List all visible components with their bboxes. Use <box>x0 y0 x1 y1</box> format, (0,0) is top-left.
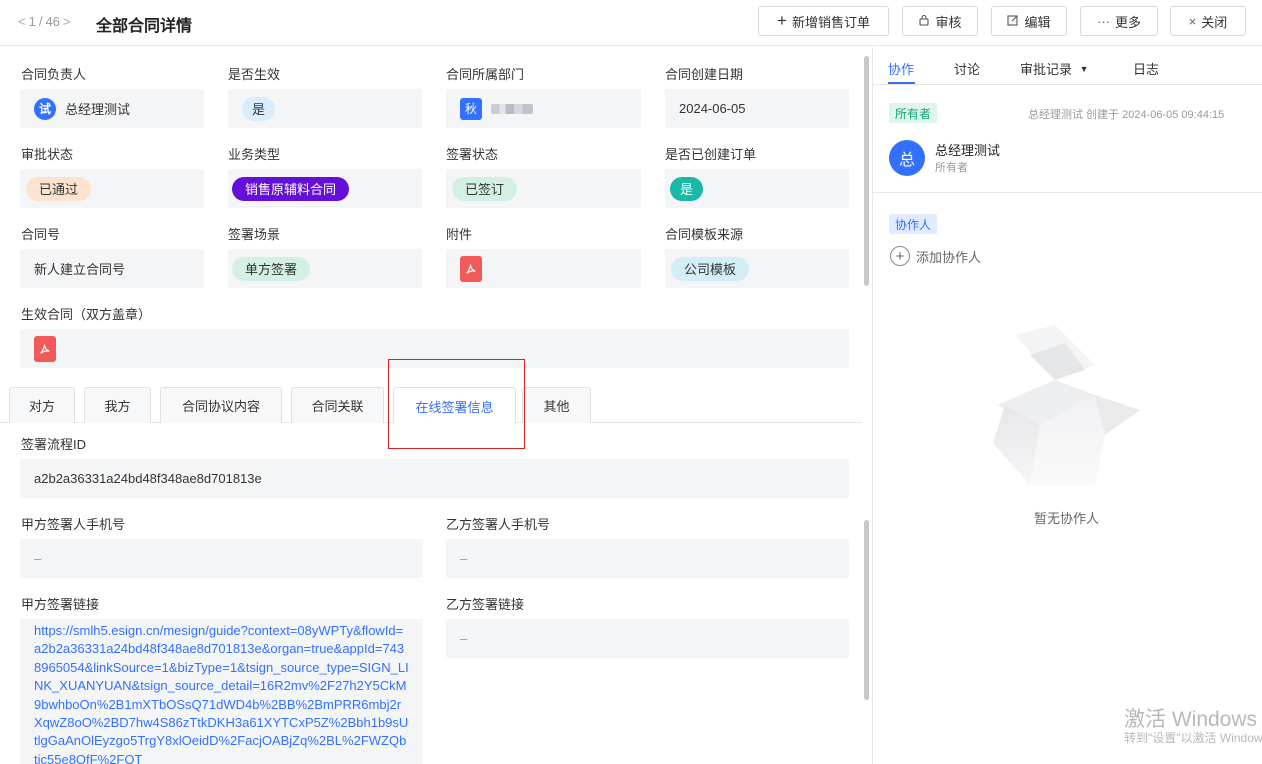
plus-circle-icon: + <box>890 246 910 266</box>
department-avatar: 秋 <box>460 97 482 120</box>
sign-scene-field: 单方签署 <box>228 249 422 288</box>
party-b-link-value: – <box>460 631 468 646</box>
pdf-file-icon[interactable] <box>34 335 56 362</box>
sign-status-label: 签署状态 <box>446 147 499 162</box>
windows-activation-hint: 转到"设置"以激活 Windows。 <box>1124 731 1262 745</box>
approval-status-tag: 已通过 <box>26 176 92 201</box>
sign-status-tag: 已签订 <box>452 176 518 201</box>
record-pager: < 1 / 46 > <box>18 14 71 29</box>
template-source-label: 合同模板来源 <box>665 227 744 242</box>
review-button[interactable]: 审核 <box>902 6 978 36</box>
panel-divider <box>872 47 873 764</box>
business-type-tag: 销售原辅料合同 <box>232 176 350 201</box>
order-created-tag: 是 <box>670 176 704 201</box>
blurred-department-name <box>491 103 533 114</box>
tab-contract-relation[interactable]: 合同关联 <box>291 387 384 423</box>
tab-log[interactable]: 日志 <box>1133 59 1159 78</box>
scrollbar-thumb[interactable] <box>864 56 869 286</box>
owner-tag: 所有者 <box>889 103 938 123</box>
business-type-field: 销售原辅料合同 <box>228 169 422 208</box>
close-button[interactable]: × 关闭 <box>1170 6 1246 36</box>
avatar: 试 <box>34 97 56 120</box>
tab-online-signing-info[interactable]: 在线签署信息 <box>393 387 516 424</box>
department-label: 合同所属部门 <box>446 67 525 82</box>
ellipsis-icon: ··· <box>1096 13 1110 29</box>
scrollbar-thumb-lower[interactable] <box>864 520 869 700</box>
party-a-phone-value: – <box>34 551 42 566</box>
party-b-link-label: 乙方签署链接 <box>446 597 525 612</box>
new-sales-order-button[interactable]: + 新增销售订单 <box>758 6 889 36</box>
sign-scene-tag: 单方签署 <box>232 256 311 281</box>
flow-id-label: 签署流程ID <box>21 437 87 452</box>
flow-id-field: a2b2a36331a24bd48f348ae8d701813e <box>20 459 849 498</box>
page-title: 全部合同详情 <box>96 18 193 35</box>
owner-value: 总经理测试 <box>65 102 131 117</box>
contract-no-field: 新人建立合同号 <box>20 249 204 288</box>
department-field: 秋 <box>446 89 641 128</box>
next-record-arrow[interactable]: > <box>63 14 71 29</box>
page-header: < 1 / 46 > 全部合同详情 + 新增销售订单 审核 编辑 ··· 更多 … <box>0 0 1262 46</box>
edit-button[interactable]: 编辑 <box>991 6 1067 36</box>
owner-name: 总经理测试 <box>935 143 1001 158</box>
prev-record-arrow[interactable]: < <box>18 14 26 29</box>
created-date-value: 2024-06-05 <box>679 101 746 116</box>
empty-collaborators-text: 暂无协作人 <box>1034 511 1100 526</box>
party-a-sign-link[interactable]: https://smlh5.esign.cn/mesign/guide?cont… <box>20 619 423 764</box>
effective-contract-label: 生效合同（双方盖章） <box>21 307 152 322</box>
party-b-phone-label: 乙方签署人手机号 <box>446 517 551 532</box>
owner-role: 所有者 <box>935 162 968 174</box>
tab-agreement-content[interactable]: 合同协议内容 <box>160 387 282 423</box>
caret-down-icon: ▼ <box>1079 64 1089 74</box>
attachment-label: 附件 <box>446 227 473 242</box>
owner-field: 试 总经理测试 <box>20 89 204 128</box>
plus-icon: + <box>777 11 787 30</box>
party-a-phone-label: 甲方签署人手机号 <box>21 517 126 532</box>
empty-box-illustration <box>993 325 1140 485</box>
effective-label: 是否生效 <box>228 67 281 82</box>
template-source-field: 公司模板 <box>665 249 849 288</box>
attachment-field <box>446 249 641 288</box>
effective-tag: 是 <box>242 96 276 121</box>
party-b-phone-value: – <box>460 551 468 566</box>
created-date-field: 2024-06-05 <box>665 89 849 128</box>
edit-icon <box>1007 14 1019 29</box>
effective-contract-field <box>20 329 849 368</box>
approval-status-label: 审批状态 <box>21 147 74 162</box>
close-icon: × <box>1188 13 1197 29</box>
avatar: 总 <box>889 140 925 176</box>
contract-no-label: 合同号 <box>21 227 61 242</box>
more-button[interactable]: ··· 更多 <box>1080 6 1158 36</box>
party-b-link-field: – <box>446 619 849 658</box>
tab-our-party[interactable]: 我方 <box>84 387 151 423</box>
created-info: 总经理测试 创建于 2024-06-05 09:44:15 <box>1028 109 1225 121</box>
pdf-file-icon[interactable] <box>460 255 482 282</box>
party-a-link-label: 甲方签署链接 <box>21 597 100 612</box>
effective-field: 是 <box>228 89 422 128</box>
created-date-label: 合同创建日期 <box>665 67 744 82</box>
contract-no-value: 新人建立合同号 <box>34 262 126 277</box>
tab-approval-records[interactable]: 审批记录 ▼ <box>1020 59 1089 78</box>
page-total: 46 <box>45 14 60 29</box>
sign-scene-label: 签署场景 <box>228 227 281 242</box>
divider <box>873 84 1262 85</box>
business-type-label: 业务类型 <box>228 147 281 162</box>
collaborator-tag: 协作人 <box>889 214 938 234</box>
tab-collaboration[interactable]: 协作 <box>888 59 914 78</box>
sign-status-field: 已签订 <box>446 169 641 208</box>
approval-status-field: 已通过 <box>20 169 204 208</box>
page-current: 1 <box>28 14 36 29</box>
divider <box>873 192 1262 193</box>
order-created-label: 是否已创建订单 <box>665 147 757 162</box>
template-source-tag: 公司模板 <box>671 256 750 281</box>
owner-label: 合同负责人 <box>21 67 87 82</box>
add-collaborator-button[interactable]: + 添加协作人 <box>890 246 981 266</box>
party-b-phone-field: – <box>446 539 849 578</box>
tab-counterparty[interactable]: 对方 <box>9 387 75 423</box>
party-a-phone-field: – <box>20 539 423 578</box>
tab-discussion[interactable]: 讨论 <box>954 59 980 78</box>
lock-icon <box>918 14 930 29</box>
order-created-field: 是 <box>665 169 849 208</box>
tab-other[interactable]: 其他 <box>522 387 591 423</box>
flow-id-value: a2b2a36331a24bd48f348ae8d701813e <box>34 471 262 486</box>
